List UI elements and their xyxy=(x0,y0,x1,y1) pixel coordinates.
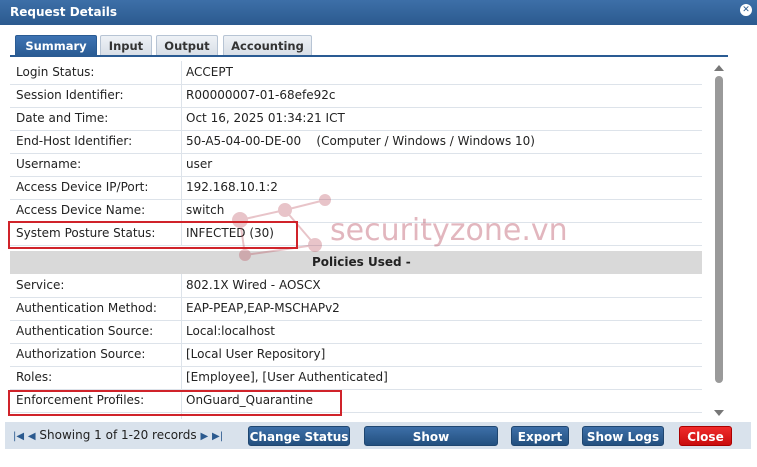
first-page-icon[interactable]: |◀ xyxy=(13,431,24,442)
scrollbar-thumb[interactable] xyxy=(715,76,723,383)
tab-summary[interactable]: Summary xyxy=(15,35,97,56)
row-value: Oct 16, 2025 01:34:21 ICT xyxy=(186,111,345,125)
close-button[interactable]: Close xyxy=(679,426,732,446)
prev-page-icon[interactable]: ◀ xyxy=(28,431,36,442)
table-row: End-Host Identifier: 50-A5-04-00-DE-00 (C… xyxy=(10,130,702,154)
table-row: Username: user xyxy=(10,153,702,177)
row-label: Access Device IP/Port: xyxy=(10,176,182,199)
highlight-enforcement-profiles xyxy=(8,390,342,416)
table-row: Access Device IP/Port: 192.168.10.1:2 xyxy=(10,176,702,200)
row-value: 50-A5-04-00-DE-00 (Computer / Windows / … xyxy=(186,134,535,148)
next-page-icon[interactable]: ▶ xyxy=(200,431,208,442)
row-value: EAP-PEAP,EAP-MSCHAPv2 xyxy=(186,301,340,315)
table-row: Authorization Source: [Local User Reposit… xyxy=(10,343,702,367)
row-label: Date and Time: xyxy=(10,107,182,130)
row-label: Session Identifier: xyxy=(10,84,182,107)
row-value: user xyxy=(186,157,213,171)
row-value: Local:localhost xyxy=(186,324,276,338)
show-logs-button[interactable]: Show Logs xyxy=(582,426,664,446)
scroll-up-icon[interactable] xyxy=(714,65,724,71)
change-status-button[interactable]: Change Status xyxy=(248,426,350,446)
policies-used-header: Policies Used - xyxy=(10,251,702,274)
row-label: Username: xyxy=(10,153,182,176)
tab-output[interactable]: Output xyxy=(156,35,218,56)
row-label: Authorization Source: xyxy=(10,343,182,366)
scroll-down-icon[interactable] xyxy=(714,410,724,416)
row-value: 802.1X Wired - AOSCX xyxy=(186,278,321,292)
row-label: Authentication Source: xyxy=(10,320,182,343)
last-page-icon[interactable]: ▶| xyxy=(212,431,223,442)
table-row: Login Status: ACCEPT xyxy=(10,61,702,85)
title-bar: Request Details ✕ xyxy=(0,0,757,25)
row-label: End-Host Identifier: xyxy=(10,130,182,153)
tab-input[interactable]: Input xyxy=(100,35,152,56)
table-row: Access Device Name: switch xyxy=(10,199,702,223)
table-row: Date and Time: Oct 16, 2025 01:34:21 ICT xyxy=(10,107,702,131)
show-configuration-button[interactable]: Show Configuration xyxy=(364,426,498,464)
row-value: ACCEPT xyxy=(186,65,233,79)
window-title: Request Details xyxy=(10,5,118,19)
pager-text: Showing 1 of 1-20 records xyxy=(39,428,197,442)
table-row: Authentication Source: Local:localhost xyxy=(10,320,702,344)
table-row: Session Identifier: R00000007-01-68efe92c xyxy=(10,84,702,108)
tab-accounting[interactable]: Accounting xyxy=(223,35,312,56)
close-icon[interactable]: ✕ xyxy=(740,4,752,16)
footer-bar: |◀ ◀ Showing 1 of 1-20 records ▶ ▶| Chan… xyxy=(5,422,751,464)
highlight-posture-status xyxy=(8,221,298,249)
row-value: R00000007-01-68efe92c xyxy=(186,88,336,102)
pager: |◀ ◀ Showing 1 of 1-20 records ▶ ▶| xyxy=(13,428,223,442)
section-title: Policies Used - xyxy=(312,255,411,269)
row-label: Authentication Method: xyxy=(10,297,182,320)
tab-underline xyxy=(10,55,728,57)
row-label: Access Device Name: xyxy=(10,199,182,222)
vertical-scrollbar[interactable] xyxy=(713,62,726,418)
row-value: [Local User Repository] xyxy=(186,347,326,361)
export-button[interactable]: Export xyxy=(511,426,569,446)
table-row: Authentication Method: EAP-PEAP,EAP-MSCHA… xyxy=(10,297,702,321)
row-label: Login Status: xyxy=(10,61,182,84)
row-label: Roles: xyxy=(10,366,182,389)
row-value: switch xyxy=(186,203,225,217)
row-label: Service: xyxy=(10,274,182,297)
table-row: Service: 802.1X Wired - AOSCX xyxy=(10,274,702,298)
row-value: [Employee], [User Authenticated] xyxy=(186,370,388,384)
table-row: Roles: [Employee], [User Authenticated] xyxy=(10,366,702,390)
row-value: 192.168.10.1:2 xyxy=(186,180,278,194)
